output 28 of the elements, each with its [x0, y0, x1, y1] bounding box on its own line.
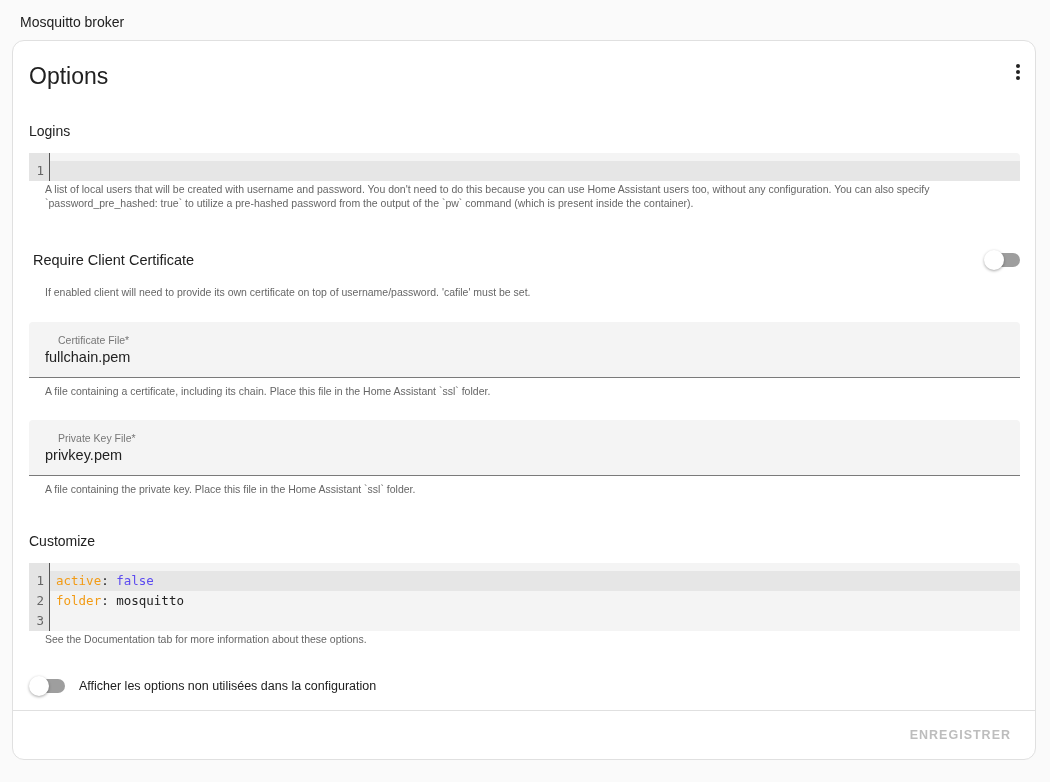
toggle-switch[interactable] [29, 676, 65, 696]
section-label: Customize [29, 532, 97, 549]
helper-text: A list of local users that will be created with username and password. You don't need to do this because you can use Home Assistant users too, without any configuration. You can also specify `password_pre_hashed: true` to utilize a pre-hashed password from the output of the `pw` command (which is present inside the container). [44, 182, 931, 210]
card-title: Options [29, 63, 109, 90]
line-number: 1 [35, 162, 45, 180]
code-editor[interactable]: 1 [29, 153, 1020, 181]
field-value[interactable]: privkey.pem [45, 447, 1004, 463]
line-number: 2 [35, 591, 45, 610]
text-field[interactable]: Private Key File* privkey.pem [29, 420, 1020, 476]
field-label: Certificate File* [57, 333, 131, 346]
field-value[interactable]: fullchain.pem [45, 348, 1004, 365]
text-field[interactable]: Certificate File* fullchain.pem [29, 321, 1020, 378]
helper-text: A file containing a certificate, including its chain. Place this file in the Home Assistant `ssl` folder. [44, 383, 492, 398]
code-editor[interactable]: 1 2 3 active: false folder: mosquitto [29, 562, 1020, 631]
helper-text: See the Documentation tab for more information about these options. [44, 631, 368, 646]
field-label: Private Key File* [57, 432, 137, 444]
helper-text: A file containing the private key. Place this file in the Home Assistant `ssl` folder. [44, 482, 417, 497]
code-line: folder: mosquitto [56, 592, 184, 608]
line-number: 3 [35, 611, 45, 630]
toggle-switch[interactable] [984, 250, 1020, 270]
code-line: active: false [56, 572, 154, 588]
section-label: Logins [29, 123, 72, 139]
line-number: 1 [35, 571, 45, 590]
page-title: Mosquitto broker [19, 13, 126, 32]
helper-text: If enabled client will need to provide its own certificate on top of username/password. 'cafile' must be set. [44, 285, 532, 300]
toggle-label: Require Client Certificate [33, 252, 195, 268]
toggle-label: Afficher les options non utilisées dans la configuration [79, 679, 377, 693]
more-menu-icon[interactable] [1015, 63, 1021, 81]
